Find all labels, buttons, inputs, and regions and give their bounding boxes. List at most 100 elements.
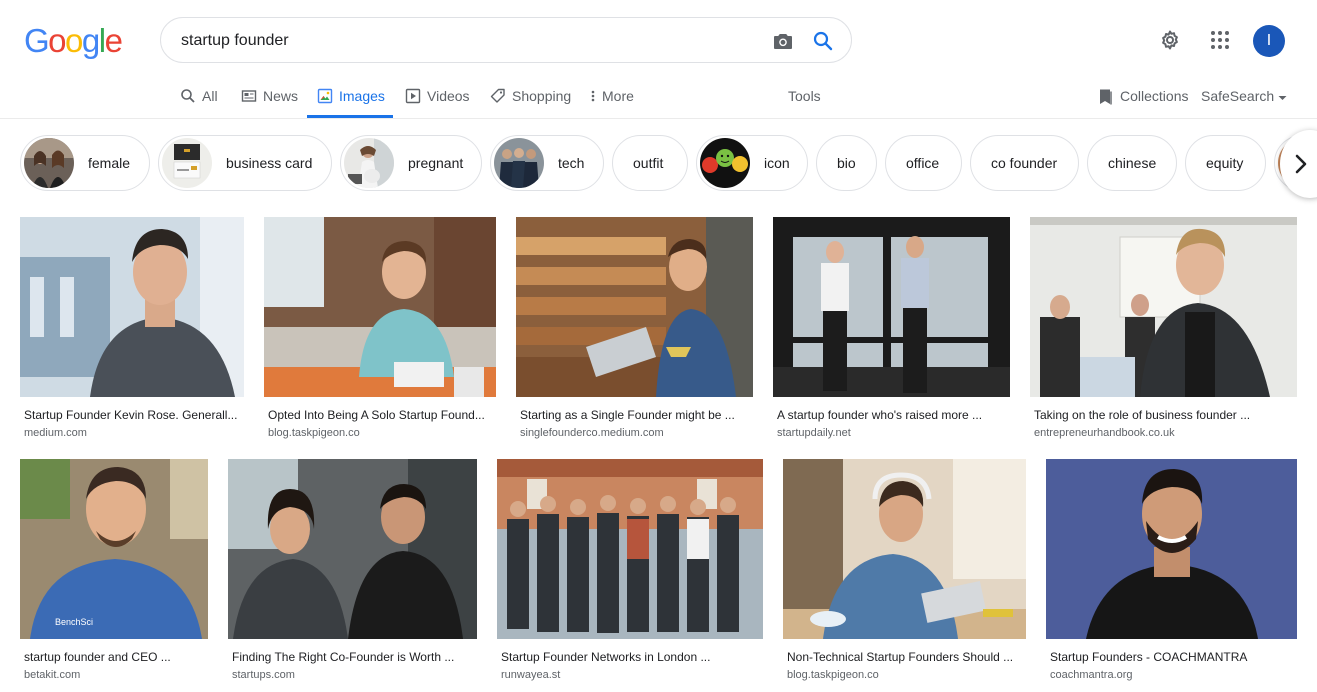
chip-co-founder[interactable]: co founder (970, 135, 1079, 191)
more-vert-icon (591, 90, 595, 102)
chip-pregnant[interactable]: pregnant (340, 135, 482, 191)
avatar[interactable]: I (1253, 25, 1285, 57)
collections-button[interactable]: Collections (1098, 88, 1188, 106)
tab-shopping[interactable]: Shopping (490, 79, 571, 117)
tab-more[interactable]: More (590, 79, 634, 117)
search-icon[interactable] (811, 29, 835, 53)
tab-all[interactable]: All (180, 79, 218, 117)
safesearch-dropdown[interactable]: SafeSearch (1201, 88, 1287, 104)
chip-business-card[interactable]: business card (158, 135, 332, 191)
chevron-right-icon (1295, 154, 1307, 174)
result-source: betakit.com (24, 669, 81, 681)
tab-videos[interactable]: Videos (405, 79, 470, 117)
chip-thumbnail (700, 138, 750, 188)
image-result[interactable]: Non-Technical Startup Founders Should ..… (783, 459, 1026, 681)
result-source: blog.taskpigeon.co (787, 669, 879, 681)
result-source: coachmantra.org (1050, 669, 1133, 681)
result-thumbnail (773, 217, 1010, 397)
result-thumbnail (497, 459, 763, 639)
chip-chinese[interactable]: chinese (1087, 135, 1177, 191)
chip-office[interactable]: office (885, 135, 962, 191)
chip-thumbnail (162, 138, 212, 188)
gear-icon[interactable] (1158, 28, 1182, 52)
chip-thumbnail (24, 138, 74, 188)
result-thumbnail (783, 459, 1026, 639)
chip-label: bio (837, 155, 856, 171)
result-caption: Opted Into Being A Solo Startup Found... (268, 408, 485, 422)
camera-icon[interactable] (771, 29, 795, 53)
result-source: entrepreneurhandbook.co.uk (1034, 427, 1175, 439)
chip-bio[interactable]: bio (816, 135, 877, 191)
image-result[interactable]: BenchSci startup founder and CEO ... bet… (20, 459, 208, 681)
chip-label: outfit (633, 155, 664, 171)
bookmark-icon (1100, 89, 1112, 105)
image-result[interactable]: A startup founder who's raised more ... … (773, 217, 1010, 439)
shirt-text: BenchSci (55, 617, 94, 627)
result-source: startups.com (232, 669, 295, 681)
result-thumbnail (228, 459, 477, 639)
tab-news[interactable]: News (241, 79, 298, 117)
tab-label: Images (339, 88, 385, 104)
tools-button[interactable]: Tools (788, 88, 821, 104)
result-caption: A startup founder who's raised more ... (777, 408, 983, 422)
tag-icon (490, 88, 505, 103)
image-result[interactable]: Starting as a Single Founder might be ..… (516, 217, 753, 439)
chip-thumbnail (494, 138, 544, 188)
tab-images[interactable]: Images (317, 79, 385, 117)
news-icon (241, 90, 257, 102)
result-source: medium.com (24, 427, 87, 439)
result-caption: Non-Technical Startup Founders Should ..… (787, 650, 1014, 664)
result-thumbnail (516, 217, 753, 397)
result-caption: Startup Founders - COACHMANTRA (1050, 650, 1248, 664)
chip-label: business card (226, 155, 313, 171)
chip-label: tech (558, 155, 585, 171)
result-thumbnail (264, 217, 496, 397)
result-source: runwayea.st (501, 669, 561, 681)
result-caption: startup founder and CEO ... (24, 650, 171, 664)
apps-grid-icon[interactable] (1208, 28, 1232, 52)
result-caption: Startup Founder Networks in London ... (501, 650, 711, 664)
result-caption: Starting as a Single Founder might be ..… (520, 408, 735, 422)
tab-label: All (202, 88, 218, 104)
tab-label: News (263, 88, 299, 104)
image-result[interactable]: Taking on the role of business founder .… (1030, 217, 1297, 439)
result-caption: Taking on the role of business founder .… (1034, 408, 1251, 422)
tab-label: Shopping (512, 88, 572, 104)
image-result[interactable]: Startup Founder Kevin Rose. Generall... … (20, 217, 244, 439)
result-thumbnail (20, 217, 244, 397)
collections-label: Collections (1120, 88, 1189, 104)
chip-label: icon (764, 155, 790, 171)
chip-label: pregnant (408, 155, 464, 171)
chip-icon[interactable]: icon (696, 135, 808, 191)
chip-thumbnail (344, 138, 394, 188)
logo-letter: G (24, 22, 50, 59)
image-result[interactable]: Finding The Right Co-Founder is Worth ..… (228, 459, 477, 681)
image-result[interactable]: Startup Founders - COACHMANTRA coachmant… (1046, 459, 1297, 681)
chip-label: chinese (1108, 155, 1157, 171)
images-icon (317, 88, 333, 104)
search-input[interactable] (181, 29, 741, 53)
tab-label: Videos (427, 88, 470, 104)
result-caption: Finding The Right Co-Founder is Worth ..… (232, 650, 455, 664)
chip-outfit[interactable]: outfit (612, 135, 688, 191)
chip-tech[interactable]: tech (490, 135, 604, 191)
result-source: blog.taskpigeon.co (268, 427, 360, 439)
play-icon (405, 88, 421, 104)
result-thumbnail: BenchSci (20, 459, 208, 639)
chip-female[interactable]: female (20, 135, 150, 191)
result-thumbnail (1030, 217, 1297, 397)
chip-label: office (906, 155, 940, 171)
search-box (160, 17, 852, 63)
chip-label: female (88, 155, 131, 171)
result-caption: Startup Founder Kevin Rose. Generall... (24, 408, 238, 422)
logo-letter: e (104, 22, 123, 59)
google-logo[interactable]: Google (24, 22, 123, 60)
result-source: startupdaily.net (777, 427, 851, 439)
chip-label: co founder (991, 155, 1058, 171)
chip-equity[interactable]: equity (1185, 135, 1266, 191)
logo-letter: g (81, 22, 100, 59)
image-result[interactable]: Opted Into Being A Solo Startup Found...… (264, 217, 496, 439)
result-thumbnail (1046, 459, 1297, 639)
result-source: singlefounderco.medium.com (520, 427, 664, 439)
image-result[interactable]: Startup Founder Networks in London ... r… (497, 459, 763, 681)
